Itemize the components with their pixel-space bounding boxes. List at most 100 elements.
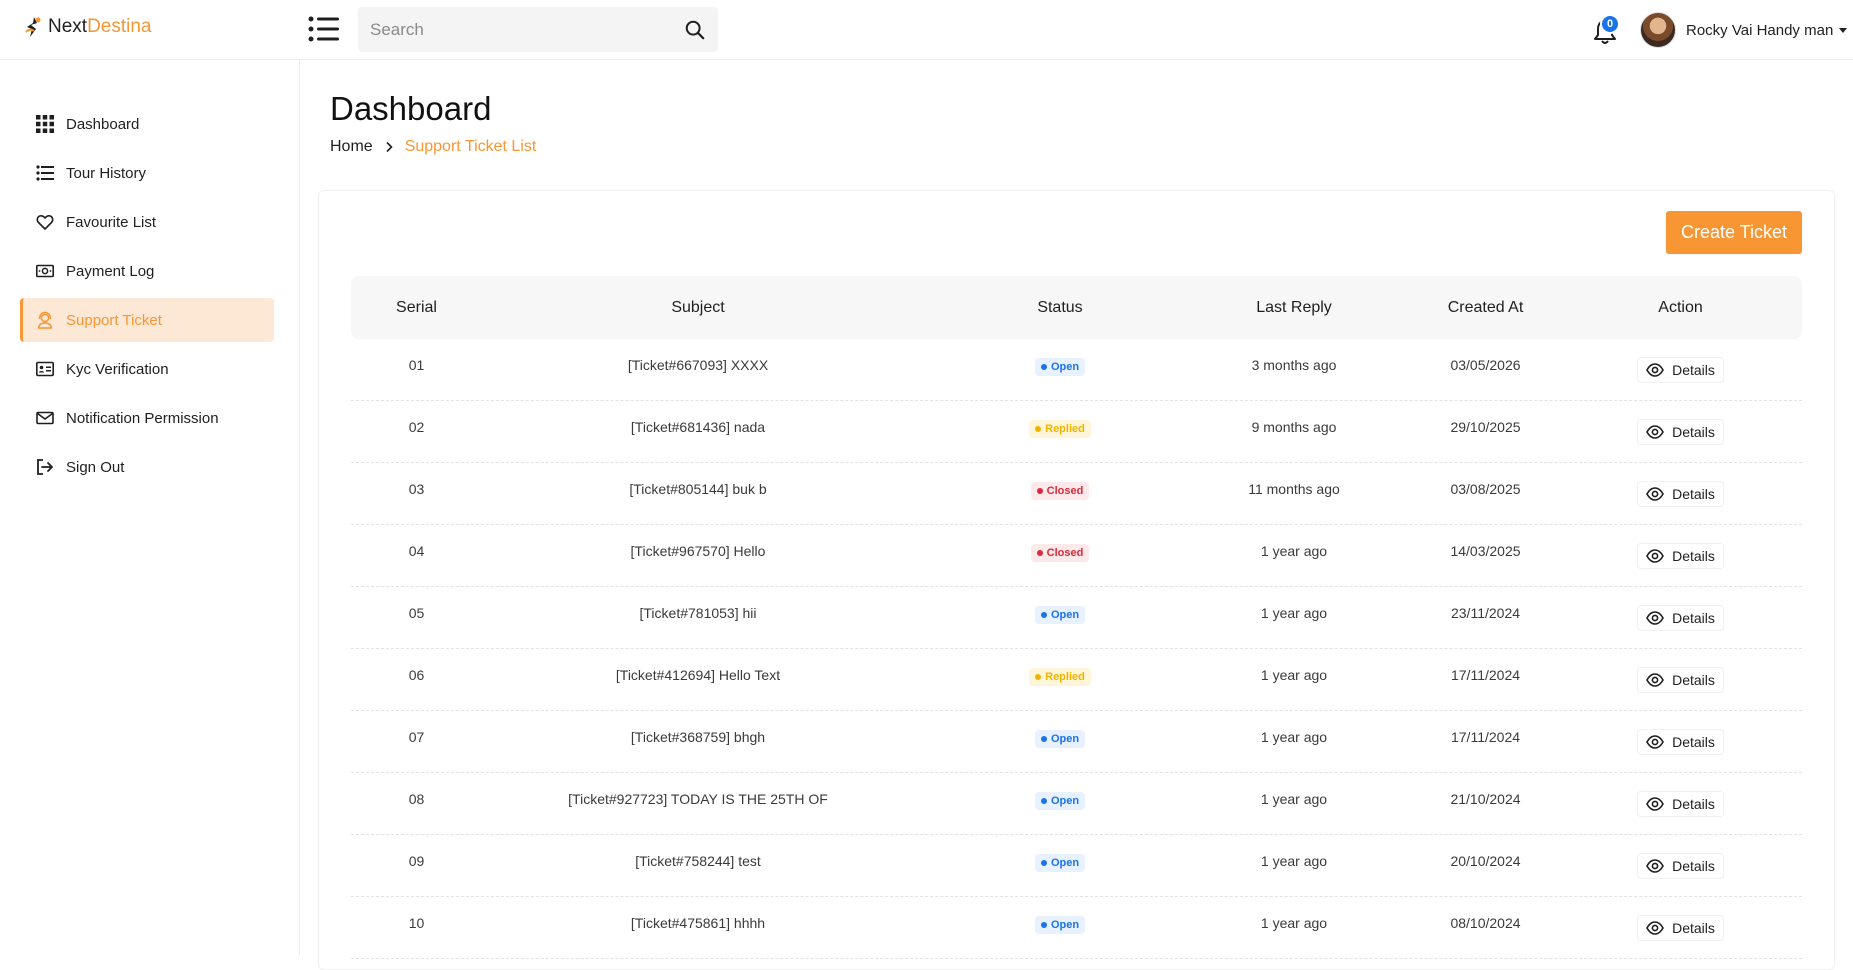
breadcrumb-home-link[interactable]: Home bbox=[330, 138, 373, 156]
sidebar-item-favourite-list[interactable]: Favourite List bbox=[20, 200, 274, 244]
cell-last-reply: 1 year ago bbox=[1260, 853, 1328, 869]
status-label: Open bbox=[1050, 609, 1080, 621]
search-input[interactable] bbox=[370, 19, 684, 40]
table-row: 09 [Ticket#758244] test Open 1 year ago 20/1… bbox=[351, 835, 1802, 897]
cell-serial: 03 bbox=[408, 481, 425, 497]
status-badge: Replied bbox=[1029, 420, 1091, 438]
cell-status: Open bbox=[914, 835, 1206, 887]
details-button[interactable]: Details bbox=[1637, 915, 1724, 941]
cell-subject: [Ticket#475861] hhhh bbox=[630, 915, 766, 931]
user-menu[interactable]: Rocky Vai Handy man bbox=[1640, 12, 1848, 48]
status-badge: Open bbox=[1034, 792, 1086, 810]
cell-created-at: 03/05/2026 bbox=[1450, 357, 1521, 373]
envelope-icon bbox=[36, 411, 54, 425]
cell-last-reply: 1 year ago bbox=[1260, 729, 1328, 745]
details-button[interactable]: Details bbox=[1637, 543, 1724, 569]
sidebar-item-label: Kyc Verification bbox=[66, 360, 169, 378]
sidebar-item-tour-history[interactable]: Tour History bbox=[20, 151, 274, 195]
cell-created-at: 29/10/2025 bbox=[1450, 419, 1521, 435]
column-header-created-at: Created At bbox=[1447, 298, 1524, 316]
details-label: Details bbox=[1672, 362, 1715, 378]
details-button[interactable]: Details bbox=[1637, 357, 1724, 383]
status-badge: Open bbox=[1034, 730, 1086, 748]
sidebar-item-notification-permission[interactable]: Notification Permission bbox=[20, 396, 274, 440]
sidebar-item-payment-log[interactable]: Payment Log bbox=[20, 249, 274, 293]
cell-created-at: 23/11/2024 bbox=[1450, 605, 1521, 621]
details-button[interactable]: Details bbox=[1637, 791, 1724, 817]
eye-icon bbox=[1646, 425, 1665, 439]
cell-status: Closed bbox=[914, 525, 1206, 577]
status-badge: Closed bbox=[1030, 544, 1090, 562]
grid-icon bbox=[36, 115, 54, 133]
cell-last-reply: 1 year ago bbox=[1260, 667, 1328, 683]
menu-toggle-icon[interactable] bbox=[308, 15, 340, 43]
eye-icon bbox=[1646, 673, 1665, 687]
cell-serial: 08 bbox=[408, 791, 425, 807]
breadcrumb: Home Support Ticket List bbox=[330, 138, 536, 156]
status-badge: Closed bbox=[1030, 482, 1090, 500]
cell-action: Details bbox=[1589, 835, 1772, 887]
cell-last-reply: 1 year ago bbox=[1260, 543, 1328, 559]
cell-serial: 01 bbox=[408, 357, 425, 373]
eye-icon bbox=[1646, 735, 1665, 749]
cell-last-reply: 1 year ago bbox=[1260, 791, 1328, 807]
status-dot-icon bbox=[1036, 550, 1043, 556]
details-button[interactable]: Details bbox=[1637, 729, 1724, 755]
cell-action: Details bbox=[1589, 339, 1772, 391]
chevron-down-icon bbox=[1839, 27, 1848, 33]
user-name: Rocky Vai Handy man bbox=[1686, 21, 1834, 39]
cell-status: Open bbox=[914, 587, 1206, 639]
status-label: Open bbox=[1050, 857, 1080, 869]
details-label: Details bbox=[1672, 796, 1715, 812]
cell-created-at: 03/08/2025 bbox=[1450, 481, 1521, 497]
status-dot-icon bbox=[1040, 860, 1047, 866]
details-label: Details bbox=[1672, 734, 1715, 750]
cell-serial: 02 bbox=[408, 419, 425, 435]
cell-action: Details bbox=[1589, 587, 1772, 639]
sidebar-item-kyc-verification[interactable]: Kyc Verification bbox=[20, 347, 274, 391]
list-icon bbox=[36, 165, 54, 181]
status-badge: Open bbox=[1034, 916, 1086, 934]
details-button[interactable]: Details bbox=[1637, 419, 1724, 445]
table-row: 08 [Ticket#927723] TODAY IS THE 25TH OF Op… bbox=[351, 773, 1802, 835]
top-bar: NextDestina 0 Rocky Vai Handy man bbox=[0, 0, 1853, 60]
sidebar-item-sign-out[interactable]: Sign Out bbox=[20, 445, 274, 489]
details-button[interactable]: Details bbox=[1637, 667, 1724, 693]
cell-action: Details bbox=[1589, 773, 1772, 825]
column-header-action: Action bbox=[1658, 298, 1703, 316]
details-button[interactable]: Details bbox=[1637, 853, 1724, 879]
column-header-serial: Serial bbox=[396, 298, 437, 316]
cell-created-at: 17/11/2024 bbox=[1450, 729, 1521, 745]
status-label: Open bbox=[1050, 919, 1080, 931]
sidebar-item-label: Support Ticket bbox=[66, 311, 162, 329]
status-dot-icon bbox=[1040, 922, 1047, 928]
status-label: Open bbox=[1050, 361, 1080, 373]
sidebar-item-label: Dashboard bbox=[66, 115, 140, 133]
chevron-right-icon bbox=[386, 141, 393, 153]
status-dot-icon bbox=[1040, 612, 1047, 618]
cell-subject: [Ticket#681436] nada bbox=[630, 419, 766, 435]
create-ticket-button[interactable]: Create Ticket bbox=[1666, 211, 1802, 254]
search-icon[interactable] bbox=[684, 19, 706, 41]
money-icon bbox=[36, 264, 54, 278]
details-label: Details bbox=[1672, 610, 1715, 626]
cell-subject: [Ticket#758244] test bbox=[635, 853, 761, 869]
cell-last-reply: 3 months ago bbox=[1251, 357, 1337, 373]
details-button[interactable]: Details bbox=[1637, 481, 1724, 507]
cell-subject: [Ticket#967570] Hello bbox=[630, 543, 766, 559]
cell-subject: [Ticket#805144] buk b bbox=[629, 481, 767, 497]
cell-serial: 05 bbox=[408, 605, 425, 621]
cell-status: Open bbox=[914, 773, 1206, 825]
details-button[interactable]: Details bbox=[1637, 605, 1724, 631]
sidebar-item-dashboard[interactable]: Dashboard bbox=[20, 102, 274, 146]
cell-created-at: 21/10/2024 bbox=[1450, 791, 1521, 807]
cell-serial: 04 bbox=[408, 543, 425, 559]
cell-subject: [Ticket#412694] Hello Text bbox=[615, 667, 781, 683]
status-dot-icon bbox=[1040, 364, 1047, 370]
logo-mark-icon bbox=[25, 17, 41, 37]
table-header: Serial Subject Status Last Reply Created… bbox=[351, 276, 1802, 339]
details-label: Details bbox=[1672, 548, 1715, 564]
sidebar-item-support-ticket[interactable]: Support Ticket bbox=[20, 298, 274, 342]
brand-logo[interactable]: Next Destina bbox=[22, 15, 152, 39]
status-label: Replied bbox=[1045, 423, 1085, 435]
